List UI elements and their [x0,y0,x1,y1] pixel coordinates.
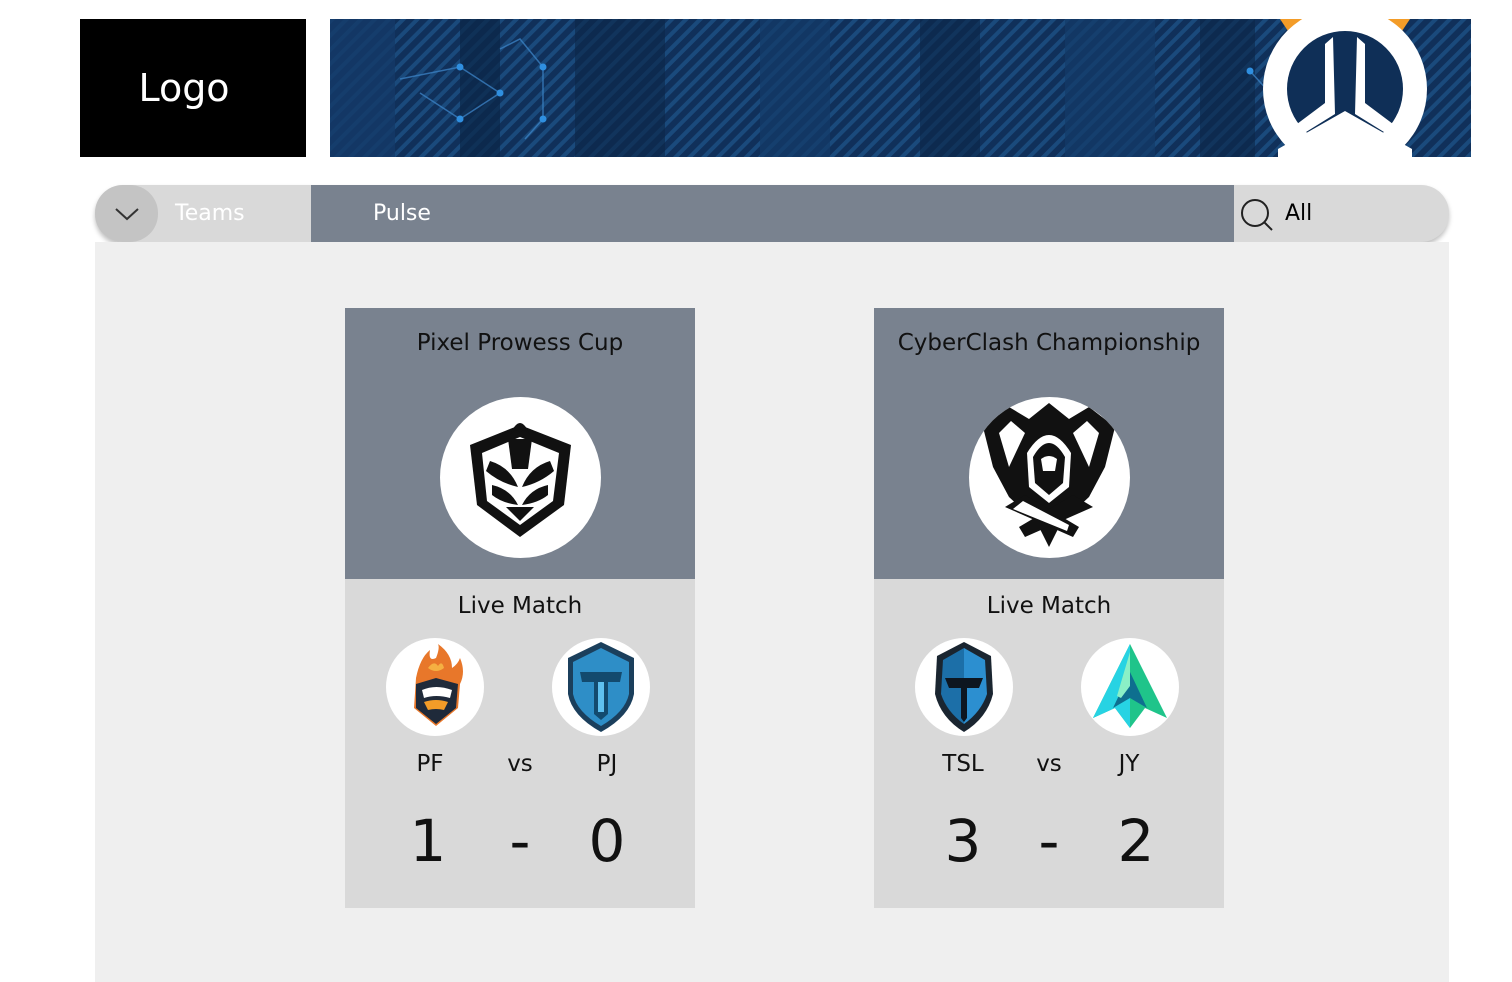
nav-tab-pulse[interactable]: Pulse [311,185,1234,242]
team-a-name: PF [416,751,444,777]
overwatch-emblem-icon [1263,19,1427,157]
card-body: Live Match TSL vs JY 3 - 2 [874,579,1224,908]
match-status: Live Match [457,593,583,619]
score-separator: - [509,807,531,875]
blue-shield-icon [568,642,634,732]
tournament-title: CyberClash Championship [897,330,1201,356]
team-a-logo[interactable] [386,638,484,736]
nav-toggle-button[interactable] [95,185,158,242]
team-a-logo[interactable] [915,638,1013,736]
hooded-figure-emblem-icon [983,403,1115,547]
tournament-title: Pixel Prowess Cup [416,330,624,356]
team-b-name: PJ [596,751,618,777]
search-filter[interactable]: All [1234,185,1449,242]
knight-helmet-icon [935,642,993,732]
site-logo[interactable]: Logo [80,19,306,157]
team-a-score: 3 [944,807,982,875]
nav-tab-teams[interactable]: Teams [175,185,245,242]
team-a-name: TSL [942,751,984,777]
main-content [95,242,1449,982]
banner-pattern [330,19,1471,157]
match-card[interactable]: Pixel Prowess Cup Live Match PF vs PJ 1 … [345,308,695,908]
search-icon [1241,199,1273,231]
green-arrow-icon [1093,644,1167,728]
team-b-name: JY [1118,751,1140,777]
trophy-wings-emblem-icon [470,423,571,537]
flame-shield-icon [414,644,463,726]
chevron-down-icon [114,207,139,220]
tournament-logo [969,397,1130,558]
nav-bar: Teams Pulse All [95,185,1449,242]
hero-banner [330,19,1471,157]
card-body: Live Match PF vs PJ 1 - 0 [345,579,695,908]
match-status: Live Match [986,593,1112,619]
vs-label: vs [507,751,533,777]
team-b-score: 2 [1117,807,1155,875]
logo-text: Logo [138,66,230,110]
score-separator: - [1038,807,1060,875]
team-b-logo[interactable] [1081,638,1179,736]
team-b-logo[interactable] [552,638,650,736]
filter-value: All [1285,201,1313,226]
card-header: CyberClash Championship [874,308,1224,579]
team-a-score: 1 [409,807,447,875]
tournament-logo [440,397,601,558]
match-card[interactable]: CyberClash Championship Live Match TSL v… [874,308,1224,908]
team-b-score: 0 [588,807,626,875]
card-header: Pixel Prowess Cup [345,308,695,579]
nav-tab-pulse-label: Pulse [373,201,431,226]
